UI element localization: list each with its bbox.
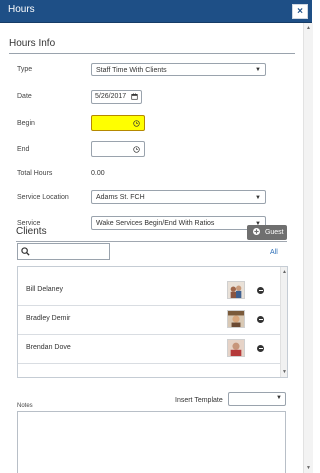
- chevron-down-icon: ▼: [255, 67, 261, 73]
- clients-title: Clients: [16, 226, 47, 237]
- client-row[interactable]: Bill Delaney: [18, 276, 280, 306]
- client-search-input[interactable]: [17, 243, 110, 260]
- begin-time-input[interactable]: [91, 115, 145, 131]
- end-label: End: [17, 146, 30, 153]
- chevron-down-icon: ▼: [255, 195, 261, 201]
- clients-divider: [16, 241, 287, 242]
- plus-circle-icon: [253, 228, 260, 235]
- dialog-titlebar: Hours ×: [0, 0, 312, 23]
- chevron-down-icon: ▼: [276, 395, 282, 401]
- service-select[interactable]: Wake Services Begin/End With Ratios ▼: [91, 216, 266, 230]
- remove-client-icon[interactable]: [257, 287, 264, 294]
- service-value: Wake Services Begin/End With Ratios: [96, 220, 215, 227]
- notes-textarea[interactable]: [17, 411, 286, 473]
- total-hours-value: 0.00: [91, 170, 105, 177]
- type-label: Type: [17, 66, 33, 73]
- guest-button-label: Guest: [264, 229, 284, 236]
- date-label: Date: [17, 93, 32, 100]
- avatar: [227, 339, 245, 357]
- begin-label: Begin: [17, 120, 35, 127]
- client-list: Bill Delaney Bradley Demir Brendan Dove: [17, 266, 288, 378]
- scroll-down-icon[interactable]: ▼: [282, 369, 287, 375]
- type-select-value: Staff Time With Clients: [96, 67, 167, 74]
- scroll-up-icon[interactable]: ▲: [306, 25, 311, 31]
- notes-label: Notes: [17, 403, 33, 409]
- search-icon: [21, 247, 30, 256]
- scroll-down-icon[interactable]: ▼: [306, 465, 311, 471]
- client-row[interactable]: Bradley Demir: [18, 305, 280, 335]
- close-button[interactable]: ×: [292, 4, 308, 19]
- scroll-up-icon[interactable]: ▲: [282, 269, 287, 275]
- avatar: [227, 310, 245, 328]
- clock-icon: [133, 120, 140, 127]
- service-location-select[interactable]: Adams St. FCH ▼: [91, 190, 266, 204]
- date-input[interactable]: 5/26/2017: [91, 90, 142, 104]
- clock-icon: [133, 146, 140, 153]
- client-list-scrollbar[interactable]: ▲ ▼: [280, 267, 287, 377]
- dialog-title: Hours: [8, 4, 35, 15]
- avatar: [227, 281, 245, 299]
- insert-template-label: Insert Template: [175, 397, 223, 404]
- section-title: Hours Info: [9, 38, 56, 49]
- client-name: Bradley Demir: [26, 315, 71, 322]
- client-name: Bill Delaney: [26, 286, 63, 293]
- client-row[interactable]: Brendan Dove: [18, 334, 280, 364]
- remove-client-icon[interactable]: [257, 345, 264, 352]
- remove-client-icon[interactable]: [257, 316, 264, 323]
- client-name: Brendan Dove: [26, 344, 71, 351]
- add-guest-button[interactable]: Guest: [247, 225, 287, 240]
- calendar-icon: [131, 93, 138, 100]
- type-select[interactable]: Staff Time With Clients ▼: [91, 63, 266, 76]
- total-hours-label: Total Hours: [17, 170, 53, 177]
- section-divider: [9, 53, 295, 54]
- service-location-label: Service Location: [17, 194, 69, 201]
- insert-template-select[interactable]: ▼: [228, 392, 286, 406]
- all-clients-link[interactable]: All: [270, 249, 278, 256]
- dialog-scrollbar[interactable]: ▲ ▼: [303, 23, 313, 473]
- date-value: 5/26/2017: [95, 93, 127, 100]
- service-location-value: Adams St. FCH: [96, 194, 145, 201]
- end-time-input[interactable]: [91, 141, 145, 157]
